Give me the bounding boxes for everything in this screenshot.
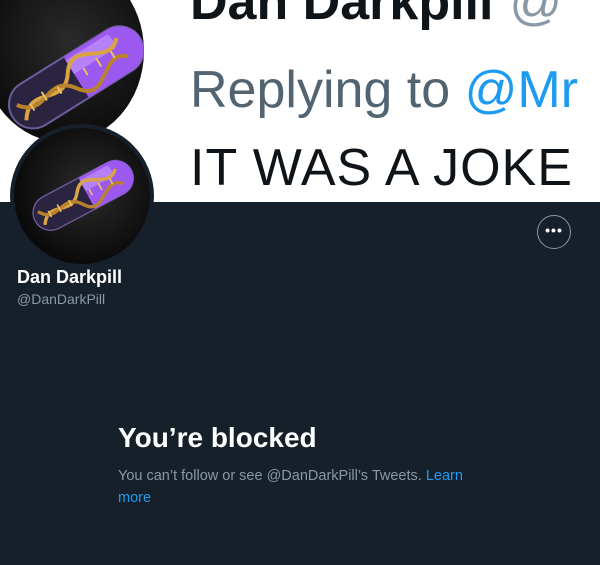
banner-quote-text: IT WAS A JOKE [190, 139, 573, 197]
more-options-icon: ••• [545, 221, 563, 238]
more-options-button[interactable]: ••• [537, 215, 571, 249]
avatar-image [14, 128, 150, 264]
profile-display-name: Dan Darkpill [17, 267, 123, 287]
banner-avatar-image [0, 0, 144, 142]
blocked-description-text: You can’t follow or see @DanDarkPill’s T… [118, 468, 422, 484]
banner-reply-text: Replying to @Mr [190, 61, 579, 119]
blocked-description: You can’t follow or see @DanDarkPill’s T… [118, 465, 488, 509]
dna-pill-icon [32, 159, 134, 231]
banner-name-text: Dan Darkpill @ [190, 0, 563, 31]
profile-avatar[interactable] [10, 124, 154, 268]
dna-pill-icon [7, 25, 144, 130]
blocked-title: You’re blocked [118, 422, 317, 453]
profile-handle: @DanDarkPill [17, 291, 106, 307]
